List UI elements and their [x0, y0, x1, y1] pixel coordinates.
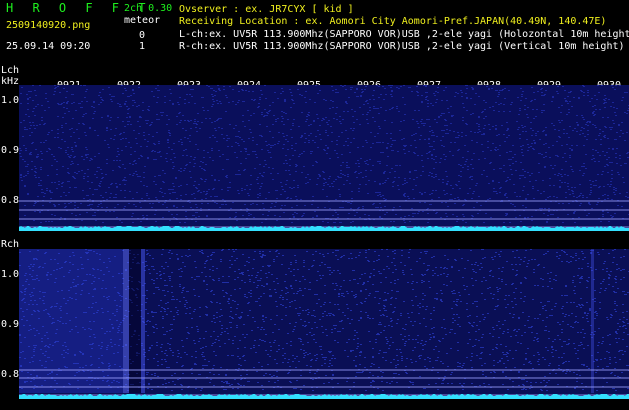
- lch-freq-0-8: 0.8: [1, 195, 20, 206]
- lch-freq-1-0: 1.0: [1, 95, 20, 106]
- lch-spectrogram: [19, 85, 629, 231]
- rch-freq-0-8: 0.8: [1, 369, 20, 380]
- rch-freq-1-0: 1.0: [1, 269, 20, 280]
- meteor-count-label: meteor: [124, 15, 161, 26]
- rch-info-line: R-ch:ex. UV5R 113.900Mhz(SAPPORO VOR)USB…: [179, 41, 625, 52]
- khz-label: kHz: [1, 76, 20, 87]
- lch-label: Lch: [1, 65, 20, 76]
- date-time: 25.09.14 09:20: [6, 41, 91, 52]
- lch-freq-0-9: 0.9: [1, 145, 20, 156]
- observer-line: Ovserver : ex. JR7CYX [ kid ]: [179, 4, 354, 15]
- location-line: Receiving Location : ex. Aomori City Aom…: [179, 16, 607, 27]
- mode-label: 2ch 0.30: [124, 3, 173, 14]
- rch-spectrogram: [19, 249, 629, 399]
- lch-info-line: L-ch:ex. UV5R 113.900Mhz(SAPPORO VOR)USB…: [179, 29, 629, 40]
- lch-spectrogram-svg: [19, 85, 629, 231]
- meteor-count-lch: 0: [139, 30, 146, 41]
- file-name: 2509140920.png: [6, 20, 91, 31]
- rch-freq-0-9: 0.9: [1, 319, 20, 330]
- rch-label: Rch: [1, 239, 20, 250]
- rch-spectrogram-svg: [19, 249, 629, 399]
- meteor-count-rch: 1: [139, 41, 146, 52]
